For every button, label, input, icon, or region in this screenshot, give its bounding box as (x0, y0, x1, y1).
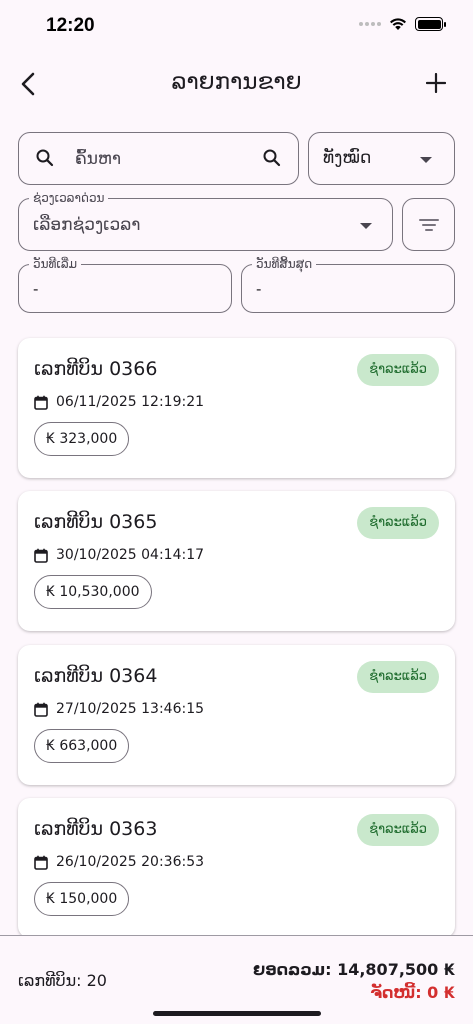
period-filter-label: ຊ່ວງເວລາດ່ວນ (29, 190, 109, 206)
calendar-icon (34, 395, 48, 410)
bill-datetime: 30/10/2025 04:14:17 (56, 547, 205, 563)
start-date-label: ວັນທີເລີ່ມ (29, 256, 82, 272)
wifi-icon (390, 18, 406, 30)
page-title: ລາຍການຂາຍ (171, 69, 302, 95)
status-icons (359, 17, 446, 31)
search-field[interactable] (18, 132, 299, 185)
bill-title: ເລກທີບິນ 0363 (34, 818, 158, 840)
end-date-value: - (256, 280, 262, 298)
search-submit-icon[interactable] (262, 148, 282, 168)
bill-date-row: 30/10/2025 04:14:17 (34, 547, 204, 563)
bill-amount: ₭ 150,000 (34, 882, 130, 916)
bill-count: ເລກທີບິນ: 20 (18, 971, 107, 990)
bill-datetime: 06/11/2025 12:19:21 (56, 394, 205, 410)
bill-datetime: 26/10/2025 20:36:53 (56, 854, 205, 870)
end-date-label: ວັນທີສິ້ນສຸດ (252, 256, 317, 272)
battery-icon (415, 17, 446, 31)
home-indicator[interactable] (153, 1011, 321, 1016)
bill-date-row: 26/10/2025 20:36:53 (34, 854, 204, 870)
bill-card[interactable]: ເລກທີບິນ 0364 ຊໍາລະແລ້ວ 27/10/2025 13:46… (18, 645, 455, 785)
type-filter-select[interactable]: ທັງໝົດ (308, 132, 455, 185)
search-icon (36, 149, 54, 167)
end-date-field[interactable]: ວັນທີສິ້ນສຸດ - (241, 256, 455, 313)
summary-bar: ເລກທີບິນ: 20 ຍອດລວມ: 14,807,500 ₭ ຈັດໜີ້… (0, 935, 473, 1024)
start-date-value: - (33, 280, 39, 298)
bill-date-row: 27/10/2025 13:46:15 (34, 701, 204, 717)
bill-card[interactable]: ເລກທີບິນ 0363 ຊໍາລະແລ້ວ 26/10/2025 20:36… (18, 798, 455, 938)
bill-title: ເລກທີບິນ 0366 (34, 358, 158, 380)
calendar-icon (34, 548, 48, 563)
bill-amount: ₭ 10,530,000 (34, 575, 152, 609)
bill-datetime: 27/10/2025 13:46:15 (56, 701, 205, 717)
status-badge: ຊໍາລະແລ້ວ (357, 507, 439, 539)
signal-dots-icon (359, 22, 381, 26)
bill-card[interactable]: ເລກທີບິນ 0365 ຊໍາລະແລ້ວ 30/10/2025 04:14… (18, 491, 455, 631)
dropdown-arrow-icon (420, 157, 432, 163)
plus-icon (425, 72, 447, 94)
calendar-icon (34, 855, 48, 870)
status-bar: 12:20 (0, 0, 473, 54)
period-filter-select[interactable]: ຊ່ວງເວລາດ່ວນ ເລືອກຊ່ວງເວລາ (18, 190, 393, 251)
bill-amount: ₭ 663,000 (34, 729, 130, 763)
bill-card[interactable]: ເລກທີບິນ 0366 ຊໍາລະແລ້ວ 06/11/2025 12:19… (18, 338, 455, 478)
add-bill-button[interactable] (419, 66, 453, 100)
start-date-field[interactable]: ວັນທີເລີ່ມ - (18, 256, 232, 313)
dropdown-arrow-icon (360, 223, 372, 229)
bill-amount: ₭ 323,000 (34, 422, 130, 456)
filter-lines-icon (418, 218, 439, 231)
type-filter-value: ທັງໝົດ (323, 148, 372, 168)
status-badge: ຊໍາລະແລ້ວ (357, 354, 439, 386)
calendar-icon (34, 702, 48, 717)
period-filter-placeholder: ເລືອກຊ່ວງເວລາ (33, 215, 141, 235)
bill-title: ເລກທີບິນ 0365 (34, 511, 158, 533)
bill-title: ເລກທີບິນ 0364 (34, 665, 158, 687)
debt-amount: ຈັດໜີ້: 0 ₭ (370, 983, 455, 1002)
filter-button[interactable] (402, 198, 455, 251)
total-amount: ຍອດລວມ: 14,807,500 ₭ (252, 960, 455, 979)
bill-date-row: 06/11/2025 12:19:21 (34, 394, 204, 410)
status-badge: ຊໍາລະແລ້ວ (357, 814, 439, 846)
app-bar: ລາຍການຂາຍ (0, 56, 473, 112)
status-badge: ຊໍາລະແລ້ວ (357, 661, 439, 693)
search-input[interactable] (75, 133, 255, 184)
status-time: 12:20 (46, 15, 95, 36)
